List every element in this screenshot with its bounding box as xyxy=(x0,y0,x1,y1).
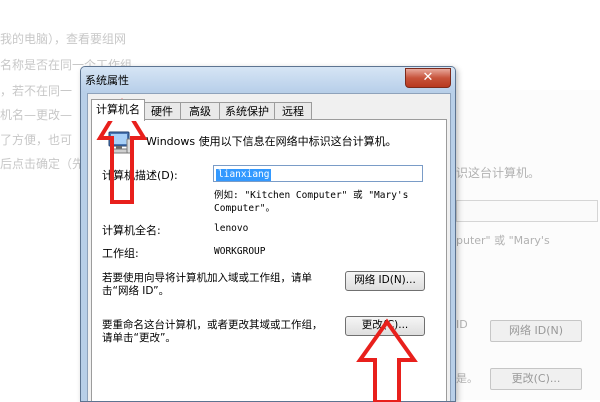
network-id-text-2: 击“网络 ID”。 xyxy=(102,285,170,297)
bg-line-5: 了方便，也可 xyxy=(0,133,73,147)
example-line-1: 例如: "Kitchen Computer" 或 "Mary's xyxy=(214,190,409,201)
tab-system-protection[interactable]: 系统保护 xyxy=(219,102,275,120)
tab-computer-name[interactable]: 计算机名 xyxy=(91,99,145,121)
description-value: lianxiang xyxy=(216,169,272,181)
bg-line-4: 机名—更改— xyxy=(0,108,73,122)
network-id-button[interactable]: 网络 ID(N)... xyxy=(345,271,425,291)
bg-line-3: ，若不在同一 xyxy=(0,84,73,98)
bg-change-button: 更改(C)... xyxy=(490,368,582,390)
rename-text-2: 请单击“更改”。 xyxy=(102,332,176,344)
bg-input-fragment xyxy=(456,200,598,222)
example-line-2: Computer"。 xyxy=(214,203,275,214)
tab-advanced[interactable]: 高级 xyxy=(180,102,220,120)
tab-remote[interactable]: 远程 xyxy=(274,102,312,120)
bg-network-id-button: 网络 ID(N) xyxy=(490,320,582,342)
bg-line-1: 我的电脑），查看要组网 xyxy=(0,32,127,46)
bg-right-text-2: puter" 或 "Mary's xyxy=(456,234,550,247)
close-icon: ✕ xyxy=(422,70,434,85)
workgroup-value: WORKGROUP xyxy=(214,246,266,257)
bg-right-label-2: 是。 xyxy=(456,372,478,385)
tab-hardware[interactable]: 硬件 xyxy=(143,102,181,120)
bg-line-6: 后点击确定（先 xyxy=(0,157,85,171)
close-button[interactable]: ✕ xyxy=(405,68,451,88)
full-name-value: lenovo xyxy=(214,223,249,234)
description-field[interactable]: lianxiang xyxy=(213,165,423,182)
bg-right-text-1: 识这台计算机。 xyxy=(456,166,541,180)
workgroup-label: 工作组: xyxy=(102,247,139,260)
intro-text: Windows 使用以下信息在网络中标识这台计算机。 xyxy=(146,135,397,148)
title-bar[interactable]: 系统属性 ✕ xyxy=(81,67,455,91)
full-name-label: 计算机全名: xyxy=(102,224,161,237)
bg-right-label-1: ID xyxy=(456,318,468,331)
arrow-up-icon xyxy=(356,318,418,402)
dialog-title: 系统属性 xyxy=(85,74,129,87)
